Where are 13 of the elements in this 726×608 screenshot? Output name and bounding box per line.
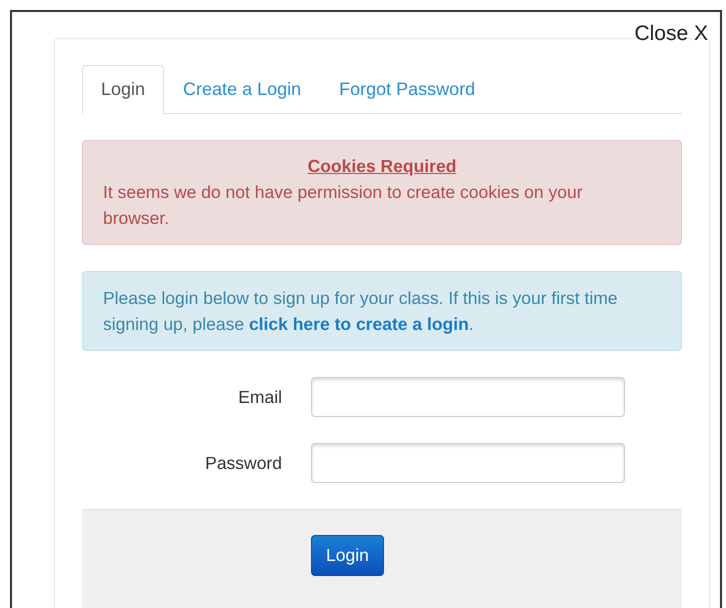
alert-message: It seems we do not have permission to create cookies on your browser. [103, 181, 584, 230]
field-label: Email [237, 386, 282, 408]
tab[interactable]: Forgot Password [320, 65, 494, 114]
info-message: Please login below to sign up for your class. If this is your first time signing up, please click here to create a login. [103, 287, 619, 336]
login-button[interactable]: Login [311, 535, 384, 576]
input-field[interactable] [311, 377, 625, 417]
tab[interactable]: Login [82, 65, 164, 114]
input-field[interactable] [311, 443, 625, 483]
alert-title: Cookies Required [306, 155, 458, 178]
close-button[interactable]: Close X [632, 22, 710, 46]
create-login-link[interactable]: click here to create a login [248, 314, 469, 334]
tab[interactable]: Create a Login [164, 65, 320, 114]
field-label: Password [204, 452, 282, 474]
